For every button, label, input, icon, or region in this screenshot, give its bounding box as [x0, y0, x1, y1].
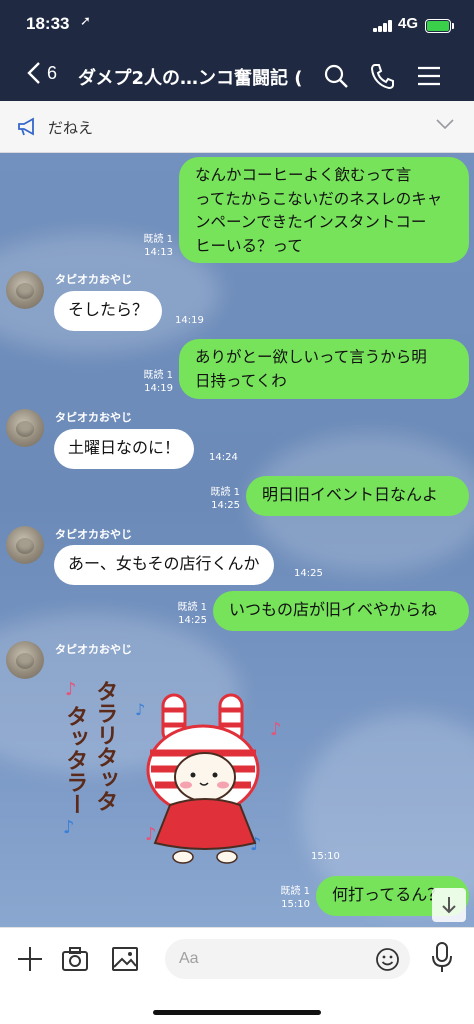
message-time: 14:24	[209, 452, 238, 463]
chat-title[interactable]: ダメプ2人の…ンコ奮闘記 (4)	[78, 64, 303, 90]
message-line: ンペーンできたインスタントコー	[195, 213, 427, 231]
read-receipt: 既読 1	[143, 370, 173, 381]
message-time: 15:10	[311, 851, 340, 862]
chevron-down-icon[interactable]	[435, 117, 455, 131]
message-text: いつもの店が旧イベやからね	[229, 600, 438, 619]
sender-name: タピオカおやじ	[55, 273, 132, 286]
chevron-left-icon	[27, 62, 40, 84]
chat-area[interactable]: なんかコーヒーよく飲むって言 ってたからこないだのネスレのキャ ンペーンできたイ…	[0, 153, 474, 927]
location-arrow-icon: ➚	[80, 14, 91, 29]
message-time: 14:25	[294, 568, 323, 579]
message-bubble-them[interactable]: そしたら？	[54, 291, 163, 331]
message-time: 15:10	[281, 899, 310, 910]
message-bubble-me[interactable]: 明日旧イベント日なんよ	[246, 476, 469, 516]
sticker[interactable]: ♪ ♪ ♪ ♪ ♪ ♪ タラリタッタ タッタラー	[55, 665, 300, 865]
svg-text:タッタラー: タッタラー	[63, 705, 88, 815]
read-receipt: 既読 1	[280, 886, 310, 897]
message-meta: 既読 1 14:13	[128, 233, 173, 259]
call-button[interactable]	[369, 62, 397, 90]
scroll-to-bottom-button[interactable]	[432, 888, 466, 922]
message-time: 14:13	[144, 247, 173, 258]
header-bar: 18:33 ➚ 4G 6 ダメプ2人の…ンコ奮闘記 (4)	[0, 0, 474, 101]
message-meta: 既読 1 14:25	[195, 486, 240, 512]
message-bubble-them[interactable]: あー、女もその店行くんか	[54, 545, 274, 585]
message-line: ってたからこないだのネスレのキャ	[195, 189, 443, 208]
menu-button[interactable]	[416, 62, 444, 90]
svg-text:♪: ♪	[63, 817, 75, 838]
message-input[interactable]	[179, 939, 359, 979]
message-line: 日持ってくわ	[195, 372, 287, 390]
plus-icon[interactable]	[15, 944, 45, 974]
message-text: 何打ってるん？	[332, 885, 444, 904]
message-bubble-me[interactable]: なんかコーヒーよく飲むって言 ってたからこないだのネスレのキャ ンペーンできたイ…	[179, 157, 469, 263]
read-receipt: 既読 1	[143, 234, 173, 245]
message-line: ヒーいる？って	[195, 236, 303, 255]
message-time: 14:19	[144, 383, 173, 394]
back-count: 6	[47, 63, 58, 83]
status-time: 18:33	[26, 14, 70, 33]
camera-icon[interactable]	[60, 944, 90, 974]
message-time: 14:19	[175, 315, 204, 326]
message-time: 14:25	[211, 500, 240, 511]
announcement-text: だねえ	[48, 119, 94, 137]
svg-text:♪: ♪	[270, 719, 282, 740]
microphone-icon[interactable]	[430, 941, 454, 975]
signal-icon	[373, 20, 395, 32]
message-line: なんかコーヒーよく飲むって言	[195, 166, 412, 184]
sender-name: タピオカおやじ	[55, 643, 132, 656]
read-receipt: 既読 1	[177, 602, 207, 613]
sender-name: タピオカおやじ	[55, 411, 132, 424]
message-bubble-them[interactable]: 土曜日なのに！	[54, 429, 195, 469]
avatar[interactable]	[6, 409, 44, 447]
network-label: 4G	[398, 15, 419, 32]
message-line: ありがとー欲しいって言うから明	[195, 348, 427, 366]
message-input-container[interactable]	[165, 939, 410, 979]
emoji-icon[interactable]	[375, 947, 400, 972]
megaphone-icon	[18, 117, 34, 136]
svg-text:♪: ♪	[65, 679, 77, 700]
rabbit-sticker-icon: ♪ ♪ ♪ ♪ ♪ ♪ タラリタッタ タッタラー	[63, 679, 282, 864]
message-bubble-me[interactable]: いつもの店が旧イベやからね	[213, 591, 469, 631]
input-bar	[0, 927, 474, 1024]
arrow-down-icon	[442, 897, 456, 914]
svg-text:♪: ♪	[135, 700, 145, 719]
back-button[interactable]: 6	[27, 58, 67, 90]
battery-tip	[452, 23, 454, 29]
message-text: 土曜日なのに！	[68, 438, 181, 457]
search-button[interactable]	[322, 62, 350, 90]
image-icon[interactable]	[110, 944, 140, 974]
message-meta: 既読 1 15:10	[265, 885, 310, 911]
message-text: そしたら？	[68, 300, 149, 319]
message-time: 14:25	[178, 615, 207, 626]
sender-name: タピオカおやじ	[55, 528, 132, 541]
message-text: あー、女もその店行くんか	[68, 554, 260, 573]
message-meta: 既読 1 14:19	[128, 369, 173, 395]
message-text: 明日旧イベント日なんよ	[262, 485, 439, 504]
read-receipt: 既読 1	[210, 487, 240, 498]
message-bubble-me[interactable]: ありがとー欲しいって言うから明 日持ってくわ	[179, 339, 469, 399]
hamburger-icon	[418, 66, 440, 86]
svg-text:タラリタッタ: タラリタッタ	[93, 680, 118, 812]
avatar[interactable]	[6, 641, 44, 679]
avatar[interactable]	[6, 271, 44, 309]
message-meta: 既読 1 14:25	[162, 601, 207, 627]
avatar[interactable]	[6, 526, 44, 564]
announcement-bar[interactable]: だねえ	[0, 101, 474, 153]
phone-icon	[370, 64, 394, 90]
home-indicator	[153, 1010, 321, 1015]
battery-icon	[425, 19, 451, 33]
search-icon	[324, 64, 348, 88]
